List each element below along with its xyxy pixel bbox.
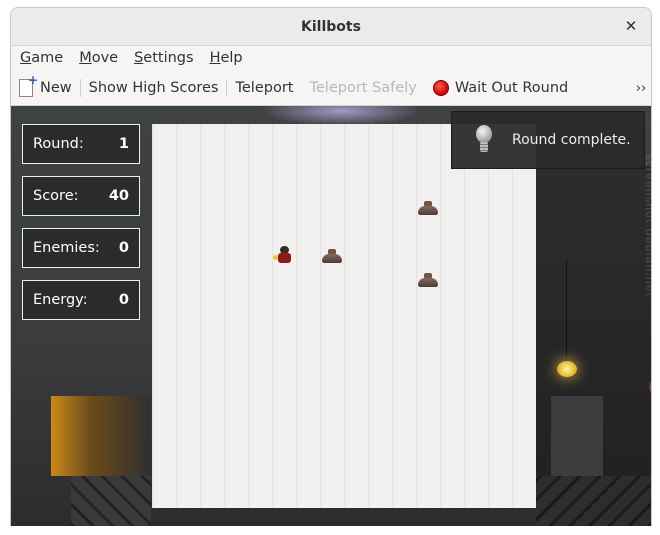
stop-icon xyxy=(432,80,449,96)
stat-value: 1 xyxy=(118,136,129,152)
wait-out-round-button[interactable]: Wait Out Round xyxy=(425,73,576,103)
window-title: Killbots xyxy=(301,18,361,35)
junkheap-sprite xyxy=(320,244,344,268)
stat-label: Round: xyxy=(33,136,84,152)
lamp-icon xyxy=(557,361,577,377)
toolbar: New Show High Scores Teleport Teleport S… xyxy=(11,71,651,106)
new-game-button[interactable]: New xyxy=(11,73,80,103)
background-block xyxy=(551,396,603,476)
title-bar: Killbots ✕ xyxy=(11,8,651,46)
teleport-button[interactable]: Teleport xyxy=(227,73,301,103)
new-document-icon xyxy=(19,73,38,97)
score-display: Score: 40 xyxy=(22,176,140,216)
menu-move[interactable]: Move xyxy=(70,50,125,66)
stat-value: 40 xyxy=(108,188,129,204)
menu-bar: Game Move Settings Help xyxy=(11,46,651,70)
stat-value: 0 xyxy=(118,240,129,256)
teleport-safely-button[interactable]: Teleport Safely xyxy=(301,73,424,103)
stat-label: Enemies: xyxy=(33,240,100,256)
menu-game[interactable]: Game xyxy=(11,50,70,66)
game-board[interactable] xyxy=(152,124,536,508)
show-high-scores-button[interactable]: Show High Scores xyxy=(81,73,227,103)
background-light xyxy=(261,106,421,126)
close-button[interactable]: ✕ xyxy=(621,16,641,36)
app-window: Killbots ✕ Game Move Settings Help New S… xyxy=(10,7,652,526)
energy-display: Energy: 0 xyxy=(22,280,140,320)
notification-text: Round complete. xyxy=(512,132,631,148)
lamp-wire xyxy=(566,261,567,366)
background-pillar xyxy=(51,396,151,476)
stat-value: 0 xyxy=(118,292,129,308)
close-icon: ✕ xyxy=(624,17,638,35)
game-scene: Round: 1 Score: 40 Enemies: 0 Energy: 0 xyxy=(11,106,651,526)
junkheap-sprite xyxy=(416,196,440,220)
menu-settings[interactable]: Settings xyxy=(125,50,201,66)
round-display: Round: 1 xyxy=(22,124,140,164)
junkheap-sprite xyxy=(416,268,440,292)
toolbar-overflow-button[interactable]: ›› xyxy=(633,71,649,105)
background-scaffold xyxy=(71,476,151,526)
watermark-text: screenshot.debian.net xyxy=(643,154,652,298)
hero-sprite xyxy=(272,244,296,268)
background-scaffold xyxy=(536,476,651,526)
stat-label: Energy: xyxy=(33,292,88,308)
chevron-right-icon: ›› xyxy=(635,80,647,96)
enemies-display: Enemies: 0 xyxy=(22,228,140,268)
stat-label: Score: xyxy=(33,188,79,204)
menu-help[interactable]: Help xyxy=(201,50,250,66)
lightbulb-icon xyxy=(474,125,494,155)
round-complete-notification: Round complete. xyxy=(451,111,645,169)
